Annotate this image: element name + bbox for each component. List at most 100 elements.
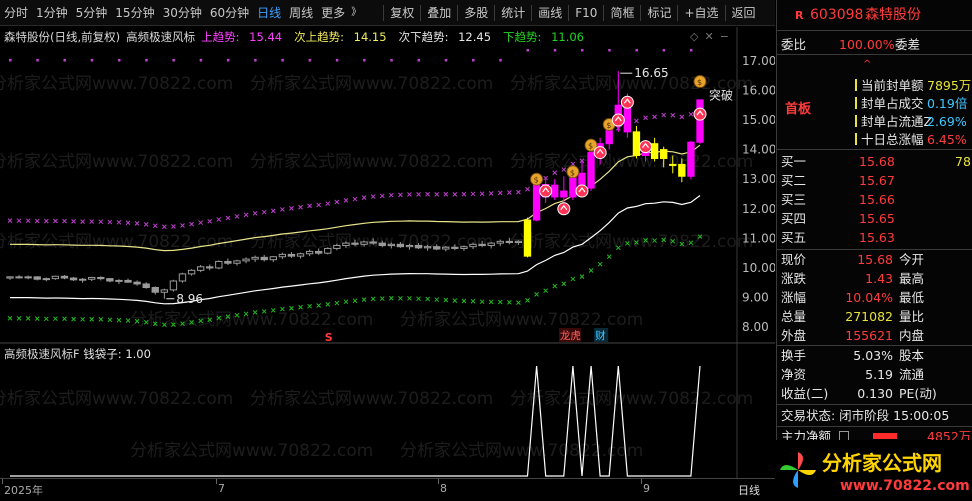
- low-annotation: 8.96: [176, 292, 203, 306]
- quote-stat-row: 总量 271082 量比: [777, 307, 972, 326]
- toolbar-button-2[interactable]: 多股: [460, 0, 492, 26]
- collapse-caret-icon[interactable]: ^: [863, 55, 871, 74]
- upper-trend-readout: 上趋势: 15.44: [201, 29, 288, 45]
- toolbar-button-6[interactable]: 简框: [606, 0, 638, 26]
- panel-divider: [777, 30, 972, 31]
- fundamental-label-2: 流通: [899, 367, 925, 382]
- upper-trend-series-mark: [479, 191, 485, 197]
- upper-trend-series-mark: [71, 219, 76, 224]
- upper-trend-series-mark: [280, 207, 285, 212]
- candle-body: [378, 242, 386, 246]
- bid-row: 买三 15.66: [777, 190, 972, 209]
- upper-trend-series-mark: [161, 224, 167, 230]
- date-tick-label: 9: [643, 482, 650, 495]
- upper-trend-series-mark: [652, 114, 657, 120]
- price-axis-label: 8.00: [742, 320, 769, 334]
- dragon-tiger-marker[interactable]: 龙虎: [558, 328, 581, 342]
- quote-stat-row: 涨跌 1.43 最高: [777, 269, 972, 288]
- candle-body: [33, 276, 41, 280]
- date-tick: [2, 479, 3, 484]
- second-upper-trend-value: 14.15: [353, 30, 387, 44]
- sub-chart[interactable]: 分析家公式网www.70822.com 分析家公式网www.70822.com 分析…: [0, 344, 775, 478]
- candle: [687, 140, 695, 180]
- sub-indicator-name: 高频极速风标F: [4, 347, 80, 361]
- sell-marker[interactable]: S: [325, 331, 333, 344]
- toolbar-button-4[interactable]: 画线: [534, 0, 566, 26]
- minus-icon[interactable]: −: [720, 30, 735, 43]
- diamond-icon[interactable]: ◇: [690, 30, 704, 43]
- toolbar-button-9[interactable]: 返回: [728, 0, 760, 26]
- more-caret[interactable]: 》: [349, 0, 363, 26]
- up-arrow-ball-icon: [557, 202, 571, 216]
- second-lower-trend-value: 12.45: [458, 30, 492, 44]
- upper-trend-series-mark: [370, 194, 376, 199]
- seal-value: 6.45%: [927, 132, 967, 147]
- tab-3[interactable]: 15分钟: [111, 0, 158, 26]
- brand-logo-graphic: 分析家公式网 www.70822.com: [780, 451, 970, 494]
- toolbar-button-7[interactable]: 标记: [643, 0, 675, 26]
- toolbar-button-3[interactable]: 统计: [497, 0, 529, 26]
- candle: [6, 276, 14, 280]
- candle: [224, 258, 232, 266]
- tab-7[interactable]: 周线: [285, 0, 317, 26]
- candle-body: [251, 256, 259, 260]
- candle-body: [369, 241, 377, 244]
- stock-code: 603098: [810, 7, 864, 23]
- candle-body: [151, 287, 159, 293]
- candle: [24, 275, 32, 280]
- signal-dot: [199, 59, 203, 62]
- upper-trend-value: 15.44: [249, 30, 283, 44]
- seal-label: 封单占成交: [861, 96, 924, 111]
- toolbar-button-5[interactable]: F10: [571, 0, 601, 26]
- lower-trend-series-mark: [7, 315, 13, 321]
- candle: [169, 279, 178, 292]
- cross-icon[interactable]: ✕: [704, 30, 719, 43]
- tab-1[interactable]: 1分钟: [32, 0, 72, 26]
- upper-trend-series-mark: [470, 191, 476, 197]
- signal-dot: [281, 59, 284, 62]
- second-lower-trend-label: 次下趋势:: [398, 30, 449, 44]
- candle-body: [206, 266, 214, 269]
- finance-marker[interactable]: 财: [594, 328, 609, 342]
- tab-5[interactable]: 60分钟: [206, 0, 253, 26]
- signal-dot: [472, 59, 475, 62]
- toolbar-button-0[interactable]: 复权: [386, 0, 418, 26]
- tab-6[interactable]: 日线: [253, 0, 285, 26]
- up-arrow-ball-icon: [620, 95, 634, 109]
- signal-dot: [662, 49, 666, 52]
- tab-4[interactable]: 30分钟: [159, 0, 206, 26]
- candle: [206, 264, 214, 271]
- watermark-text: 分析家公式网www.70822.com: [510, 232, 753, 252]
- candle-body: [51, 275, 60, 280]
- fundamental-value: 5.19: [865, 367, 893, 382]
- tab-0[interactable]: 分时: [0, 0, 32, 26]
- toolbar-button-8[interactable]: +自选: [680, 0, 722, 26]
- candle-body: [414, 244, 423, 249]
- watermark-text: 分析家公式网www.70822.com: [0, 74, 233, 94]
- upper-trend-series-mark: [307, 203, 312, 209]
- tab-8[interactable]: 更多: [317, 0, 349, 26]
- price-axis-label: 13.00: [742, 172, 775, 186]
- candle-body: [632, 131, 641, 157]
- lower-trend-series-mark: [89, 316, 95, 322]
- lower-trend-series-mark: [316, 303, 322, 308]
- lower-trend-series-mark: [570, 276, 576, 282]
- tab-2[interactable]: 5分钟: [72, 0, 112, 26]
- candle-body: [178, 273, 187, 282]
- lower-trend-series-mark: [116, 317, 122, 323]
- candle-body: [6, 276, 14, 279]
- upper-trend-series-mark: [7, 218, 13, 223]
- main-chart[interactable]: 分析家公式网www.70822.com 分析家公式网www.70822.com 分析…: [0, 27, 775, 344]
- upper-trend-series-mark: [488, 191, 494, 196]
- up-arrow-ball-icon: [611, 113, 625, 127]
- upper-trend-series-mark: [98, 219, 104, 225]
- toolbar-button-1[interactable]: 叠加: [423, 0, 455, 26]
- upper-trend-series-mark: [643, 115, 648, 121]
- candle-body: [514, 240, 523, 244]
- signal-dot: [499, 59, 502, 62]
- lower-trend-series-mark: [534, 292, 539, 297]
- stat-value: 1.43: [865, 271, 893, 286]
- candle: [587, 149, 595, 192]
- upper-trend-series-mark: [180, 223, 185, 228]
- candle-body: [60, 275, 69, 279]
